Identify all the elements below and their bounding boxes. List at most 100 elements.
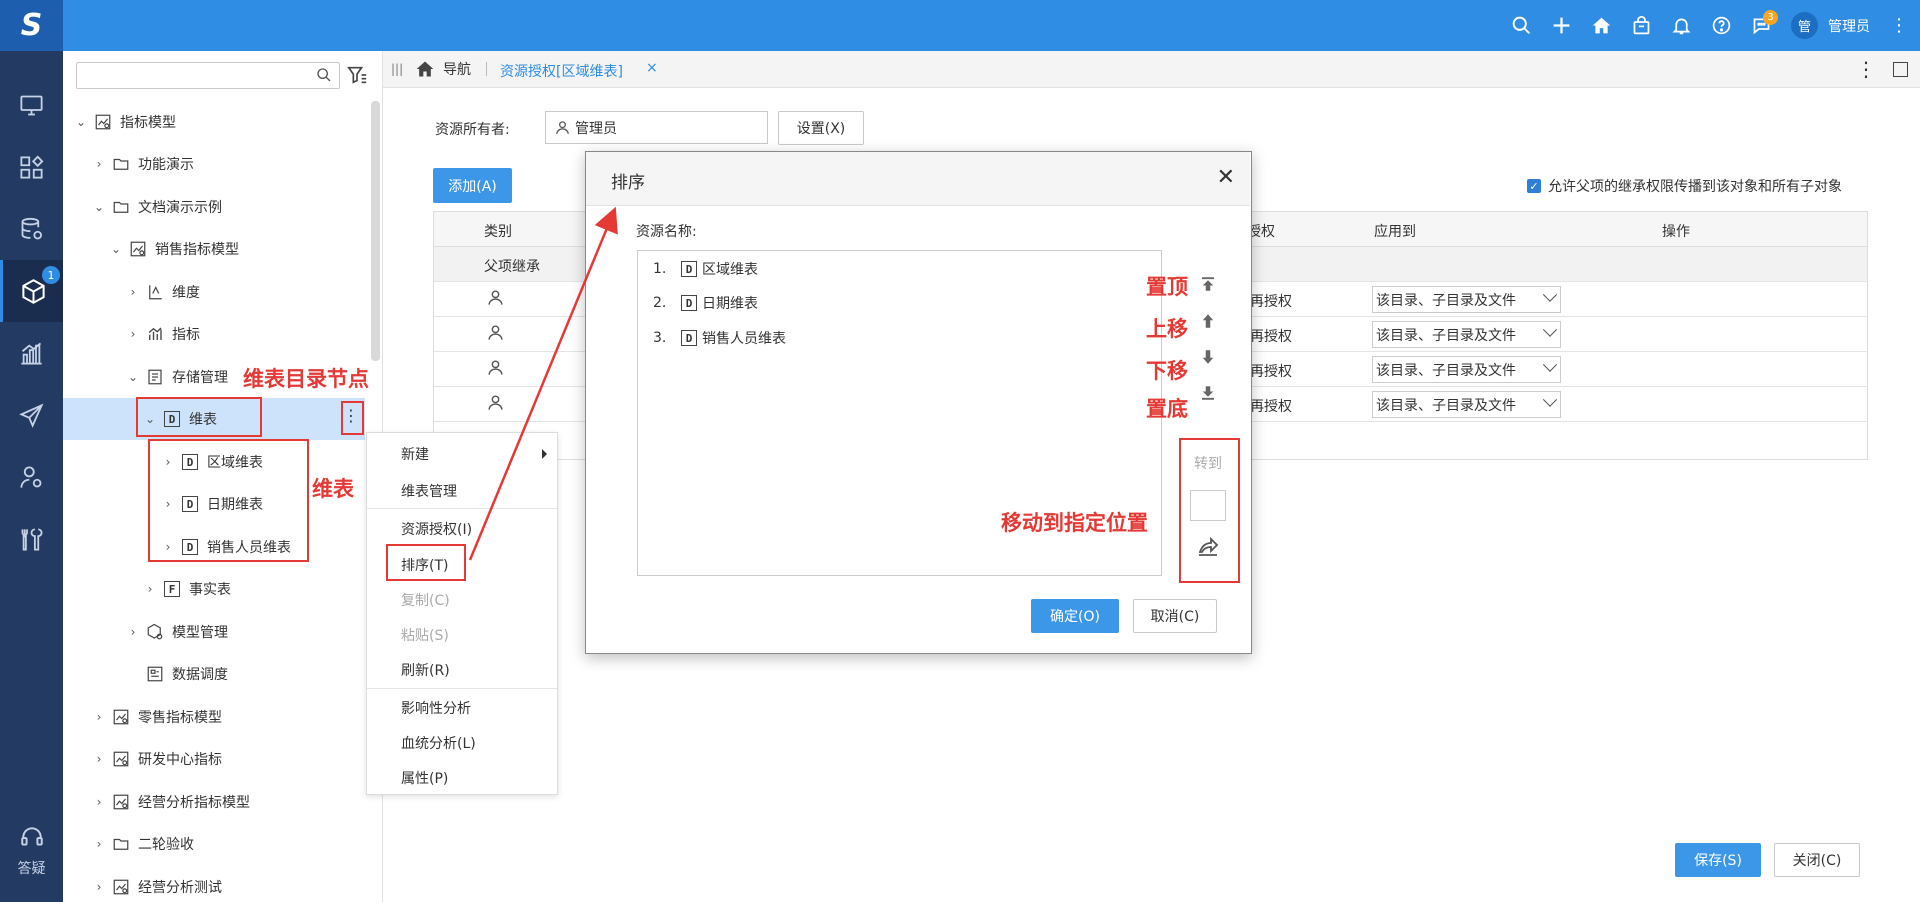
collapsed-chevron-icon[interactable]: › (125, 625, 141, 639)
expanded-chevron-icon[interactable]: ⌄ (108, 242, 124, 256)
menu-item-new[interactable]: 新建 (367, 437, 557, 471)
collapsed-chevron-icon[interactable]: › (125, 285, 141, 299)
expanded-chevron-icon[interactable]: ⌄ (125, 370, 141, 384)
metric-bar-icon (145, 324, 165, 344)
collapsed-chevron-icon[interactable]: › (91, 837, 107, 851)
collapsed-chevron-icon[interactable]: › (125, 327, 141, 341)
tree-node-存储管理[interactable]: ⌄ 存储管理 (125, 357, 228, 397)
move-up-button[interactable] (1196, 309, 1220, 333)
checkbox-checked-icon[interactable]: ✓ (1527, 179, 1541, 193)
menu-item-paste[interactable]: 粘贴(S) (367, 618, 557, 652)
tree-node-指标[interactable]: › 指标 (125, 314, 200, 354)
tree-node-文档演示示例[interactable]: ⌄ 文档演示示例 (91, 187, 222, 227)
inherit-checkbox[interactable]: ✓ 允许父项的继承权限传播到该对象和所有子对象 (1527, 176, 1842, 196)
bag-icon[interactable] (1621, 0, 1661, 51)
search-icon[interactable] (1501, 0, 1541, 51)
tree-node-功能演示[interactable]: › 功能演示 (91, 144, 194, 184)
tree-node-经营分析指标模型[interactable]: › 经营分析指标模型 (91, 782, 250, 822)
list-item[interactable]: 2. D 日期维表 (653, 291, 758, 315)
move-bottom-button[interactable] (1196, 381, 1220, 405)
tree-node-数据调度[interactable]: 数据调度 (141, 654, 228, 694)
top-icons: 3 管 管理员 ⋮ (1501, 0, 1920, 51)
move-top-button[interactable] (1196, 272, 1220, 296)
menu-item-properties[interactable]: 属性(P) (367, 761, 557, 795)
rail-send-icon[interactable] (0, 384, 63, 446)
tab-more-icon[interactable]: ⋮ (1856, 57, 1876, 81)
expanded-chevron-icon[interactable]: ⌄ (91, 200, 107, 214)
bell-icon[interactable] (1661, 0, 1701, 51)
plus-icon[interactable] (1541, 0, 1581, 51)
collapsed-chevron-icon[interactable]: › (91, 880, 107, 894)
tab-close-icon[interactable]: × (646, 60, 658, 76)
add-button[interactable]: 添加(A) (433, 168, 512, 203)
annotation-down: 下移 (1146, 359, 1188, 383)
tab-collapse-icon[interactable]: ||| (391, 62, 403, 76)
model-manage-icon (145, 622, 165, 642)
menu-item-copy[interactable]: 复制(C) (367, 583, 557, 617)
tab-home[interactable]: 导航 (415, 57, 471, 81)
menu-item-resource-auth[interactable]: 资源授权(I) (367, 512, 557, 546)
rail-monitor-icon[interactable] (0, 74, 63, 136)
model-icon (128, 239, 148, 259)
tree-node-事实表[interactable]: › F 事实表 (142, 569, 231, 609)
apply-to-select[interactable]: 该目录、子目录及文件 (1372, 286, 1561, 313)
menu-item-refresh[interactable]: 刷新(R) (367, 653, 557, 687)
search-icon[interactable] (316, 67, 332, 83)
tree-node-研发中心指标[interactable]: › 研发中心指标 (91, 739, 222, 779)
rail-model-icon[interactable]: 1 (0, 260, 63, 322)
close-button[interactable]: 关闭(C) (1774, 843, 1860, 877)
tree-node-销售指标模型[interactable]: ⌄ 销售指标模型 (108, 229, 239, 269)
home-icon[interactable] (1581, 0, 1621, 51)
tree-node-指标模型[interactable]: ⌄ 指标模型 (73, 102, 176, 142)
set-owner-button[interactable]: 设置(X) (778, 111, 864, 145)
apply-to-select[interactable]: 该目录、子目录及文件 (1372, 321, 1561, 348)
apply-to-select[interactable]: 该目录、子目录及文件 (1372, 391, 1561, 418)
move-down-button[interactable] (1196, 345, 1220, 369)
help-icon[interactable] (1701, 0, 1741, 51)
collapsed-chevron-icon[interactable]: › (91, 710, 107, 724)
help-center[interactable]: 答疑 (0, 824, 63, 878)
rail-tools-icon[interactable] (0, 508, 63, 570)
move-up-icon (1202, 314, 1214, 328)
rail-chart-icon[interactable] (0, 322, 63, 384)
filter-icon[interactable] (346, 64, 368, 86)
cancel-button[interactable]: 取消(C) (1133, 599, 1217, 633)
avatar[interactable]: 管 (1791, 12, 1818, 39)
collapsed-chevron-icon[interactable]: › (91, 157, 107, 171)
tree-node-经营分析测试[interactable]: › 经营分析测试 (91, 867, 222, 902)
annotation-bottom: 置底 (1146, 397, 1188, 421)
tree-node-零售指标模型[interactable]: › 零售指标模型 (91, 697, 222, 737)
rail-user-settings-icon[interactable] (0, 446, 63, 508)
rail-database-icon[interactable] (0, 198, 63, 260)
tree-node-二轮验收[interactable]: › 二轮验收 (91, 824, 194, 864)
submenu-arrow-icon (542, 449, 547, 459)
collapsed-chevron-icon[interactable]: › (91, 752, 107, 766)
collapsed-chevron-icon[interactable]: › (142, 582, 158, 596)
owner-field[interactable]: 管理员 (545, 111, 768, 144)
menu-item-impact-analysis[interactable]: 影响性分析 (367, 691, 557, 725)
grant-cell: 再授权 (1250, 329, 1292, 345)
app-logo[interactable]: S (0, 0, 63, 51)
tab-resource-auth[interactable]: 资源授权[区域维表] (500, 61, 623, 81)
apply-to-select[interactable]: 该目录、子目录及文件 (1372, 356, 1561, 383)
tree-search-input[interactable] (76, 62, 340, 89)
list-item[interactable]: 1. D 区域维表 (653, 257, 758, 281)
menu-item-dim-manage[interactable]: 维表管理 (367, 474, 557, 508)
menu-item-lineage-analysis[interactable]: 血统分析(L) (367, 726, 557, 760)
message-icon[interactable]: 3 (1741, 0, 1781, 51)
notification-badge: 3 (1763, 10, 1778, 25)
tree-scrollbar[interactable] (371, 101, 380, 361)
username[interactable]: 管理员 (1828, 16, 1870, 36)
collapsed-chevron-icon[interactable]: › (91, 795, 107, 809)
tree-node-模型管理[interactable]: › 模型管理 (125, 612, 228, 652)
more-menu-icon[interactable]: ⋮ (1884, 15, 1914, 36)
maximize-icon[interactable] (1893, 62, 1908, 77)
save-button[interactable]: 保存(S) (1675, 843, 1761, 877)
list-item[interactable]: 3. D 销售人员维表 (653, 326, 786, 350)
context-menu: 新建 维表管理 资源授权(I) 排序(T) 复制(C) 粘贴(S) 刷新(R) … (366, 432, 558, 795)
ok-button[interactable]: 确定(O) (1031, 599, 1119, 633)
expanded-chevron-icon[interactable]: ⌄ (73, 115, 89, 129)
rail-grid-icon[interactable] (0, 136, 63, 198)
close-icon[interactable]: ✕ (1217, 165, 1235, 190)
tree-node-维度[interactable]: › 维度 (125, 272, 200, 312)
